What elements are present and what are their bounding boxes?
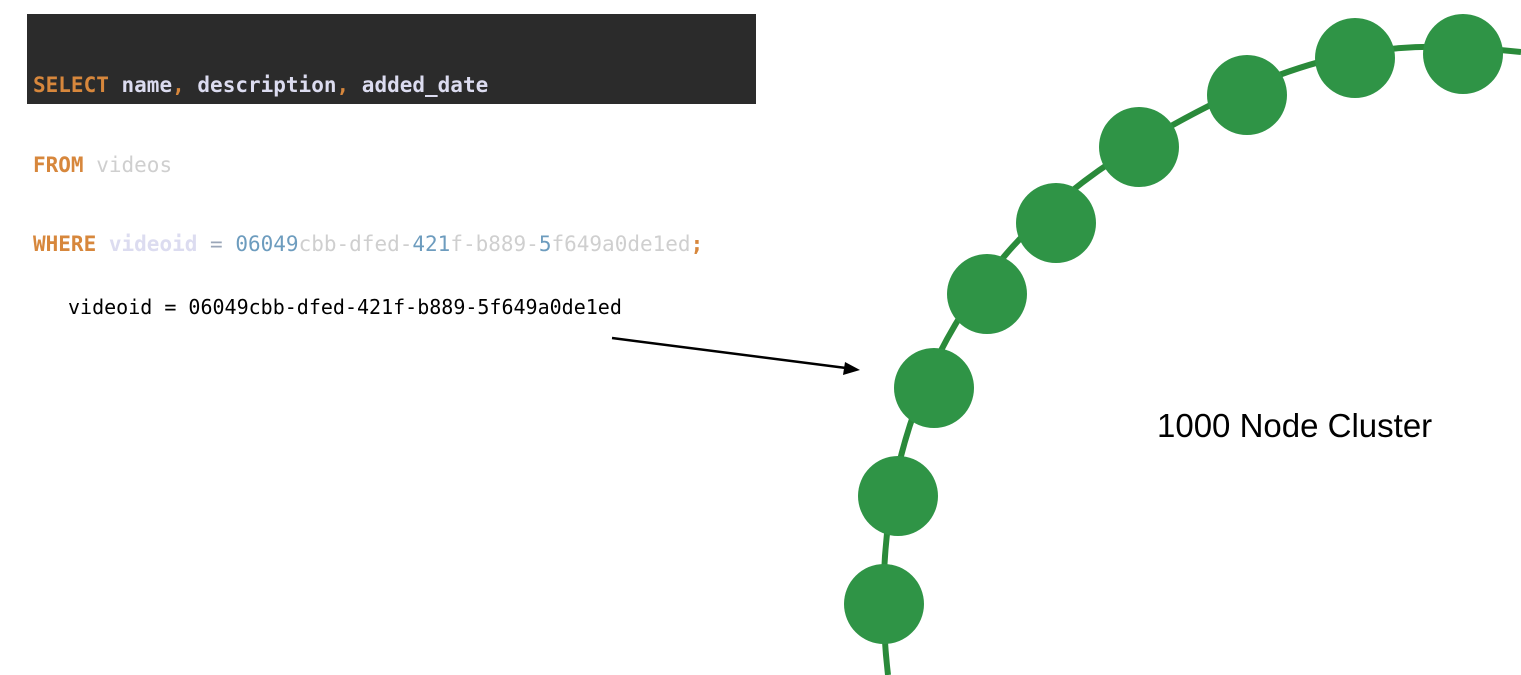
cluster-node-1 <box>844 564 924 644</box>
arrowhead <box>843 362 860 375</box>
cluster-node-3 <box>894 348 974 428</box>
arrow-line <box>611 336 847 370</box>
cluster-node-2 <box>858 456 938 536</box>
cluster-node-6 <box>1099 107 1179 187</box>
cluster-node-9 <box>1423 14 1503 94</box>
cluster-node-5 <box>1016 183 1096 263</box>
cluster-node-8 <box>1315 18 1395 98</box>
cluster-ring-diagram <box>611 14 1521 675</box>
cluster-node-4 <box>947 254 1027 334</box>
cluster-ring-arc <box>880 43 1521 675</box>
cluster-label: 1000 Node Cluster <box>1157 407 1433 444</box>
cluster-nodes <box>844 14 1503 644</box>
cluster-node-7 <box>1207 55 1287 135</box>
arrow <box>611 336 860 375</box>
